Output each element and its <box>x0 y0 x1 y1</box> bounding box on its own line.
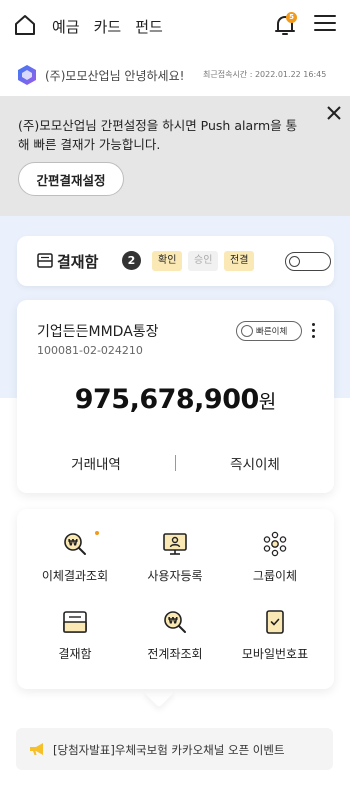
menu-item-mobile-ticket[interactable]: 모바일번호표 <box>222 609 328 669</box>
toggle-knob <box>289 255 300 267</box>
event-text: [당첨자발표]우체국보험 카카오채널 오픈 이벤트 <box>53 743 285 757</box>
account-name: 기업든든MMDA통장 <box>37 324 159 340</box>
greeting-text: (주)모모산업님 안녕하세요! <box>45 69 185 83</box>
menu-label: 사용자등록 <box>147 569 203 583</box>
search-won-icon: ₩ <box>164 611 186 633</box>
top-header: 예금 카드 펀드 5 <box>0 0 350 52</box>
menu-label: 이체결과조회 <box>41 569 109 583</box>
nav-item-fund[interactable]: 펀드 <box>135 16 163 37</box>
menu-label: 결재함 <box>58 647 92 661</box>
account-number: 100081-02-024210 <box>37 344 143 357</box>
transaction-history-button[interactable]: 거래내역 <box>17 453 175 473</box>
home-icon[interactable] <box>14 14 36 36</box>
svg-text:₩: ₩ <box>68 539 78 549</box>
event-banner[interactable]: [당첨자발표]우체국보험 카카오채널 오픈 이벤트 <box>16 728 333 770</box>
approval-toggle[interactable] <box>285 252 331 271</box>
fast-transfer-label: 빠른이체 <box>256 327 288 337</box>
approval-count-badge: 2 <box>122 251 141 270</box>
instant-transfer-button[interactable]: 즉시이체 <box>176 453 334 473</box>
menu-label: 그룹이체 <box>252 569 298 583</box>
menu-item-approval-box[interactable]: 결재함 <box>22 609 128 669</box>
top-nav: 예금 카드 펀드 <box>52 16 163 37</box>
menu-label: 모바일번호표 <box>241 647 309 661</box>
menu-item-group-transfer[interactable]: 그룹이체 <box>222 531 328 591</box>
chip-final-approval[interactable]: 전결 <box>224 251 255 271</box>
last-login-time: 최근접속시간 : 2022.01.22 16:45 <box>203 70 327 79</box>
balance-currency: 원 <box>258 391 277 413</box>
group-network-icon <box>263 531 287 557</box>
menu-item-user-registration[interactable]: 사용자등록 <box>122 531 228 591</box>
quick-menu: ₩ 이체결과조회 사용자등록 그룹이체 결재함 ₩ 전계좌조회 모바일번호표 <box>17 509 334 689</box>
account-card: 기업든든MMDA통장 100081-02-024210 빠른이체 975,678… <box>17 300 334 493</box>
greeting-row: (주)모모산업님 안녕하세요! 최근접속시간 : 2022.01.22 16:4… <box>0 58 350 92</box>
megaphone-icon <box>30 743 43 755</box>
close-icon[interactable] <box>326 105 342 121</box>
simple-approval-setup-button[interactable]: 간편결재설정 <box>18 162 124 196</box>
menu-label: 전계좌조회 <box>147 647 203 661</box>
simple-setup-banner: (주)모모산업님 간편설정을 하시면 Push alarm을 통해 빠른 결재가… <box>0 96 350 216</box>
search-won-icon: ₩ <box>64 533 86 555</box>
tray-icon <box>37 253 53 268</box>
chip-approve[interactable]: 승인 <box>188 251 219 271</box>
menu-item-all-accounts[interactable]: ₩ 전계좌조회 <box>122 609 228 669</box>
mobile-ticket-icon <box>266 610 284 634</box>
new-indicator-dot <box>95 531 99 535</box>
account-balance: 975,678,900원 <box>17 384 334 415</box>
toggle-circle-icon <box>241 325 253 337</box>
chip-confirm[interactable]: 확인 <box>152 251 183 271</box>
account-actions: 거래내역 즉시이체 <box>17 452 334 474</box>
menu-item-transfer-result[interactable]: ₩ 이체결과조회 <box>22 531 128 591</box>
banner-message: (주)모모산업님 간편설정을 하시면 Push alarm을 통해 빠른 결재가… <box>18 118 298 152</box>
approval-title: 결재함 <box>57 253 99 271</box>
hamburger-menu-icon[interactable] <box>314 15 336 35</box>
page: 예금 카드 펀드 5 (주)모모산업님 안녕하세요! 최근접속시간 : 2022… <box>0 0 350 790</box>
svg-text:₩: ₩ <box>168 617 178 627</box>
balance-amount: 975,678,900 <box>74 384 260 415</box>
tray-icon <box>63 611 87 633</box>
bank-logo-icon <box>18 65 36 85</box>
fast-transfer-toggle[interactable]: 빠른이체 <box>236 321 302 341</box>
nav-item-deposit[interactable]: 예금 <box>52 16 80 37</box>
notification-badge: 5 <box>286 12 297 23</box>
user-monitor-icon <box>163 533 187 555</box>
nav-item-card[interactable]: 카드 <box>94 16 122 37</box>
approval-box[interactable]: 결재함 2 확인 승인 전결 <box>17 236 334 286</box>
more-options-icon[interactable] <box>312 323 318 341</box>
